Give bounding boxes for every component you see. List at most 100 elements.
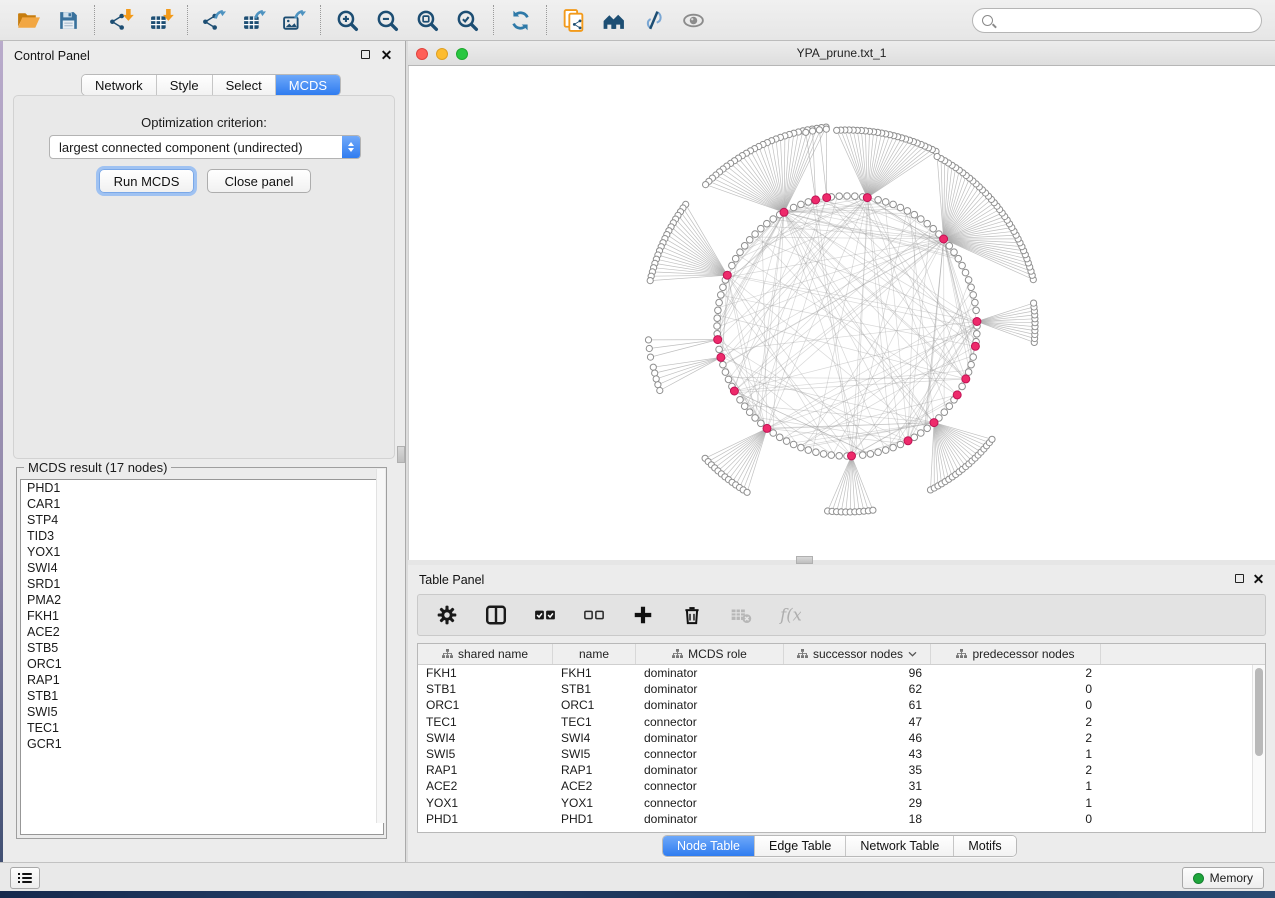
mcds-list-scrollbar[interactable] (376, 469, 385, 823)
cell-predecessor-nodes[interactable]: 2 (931, 666, 1101, 680)
show-columns-button[interactable] (484, 603, 508, 627)
cell-successor-nodes[interactable]: 47 (784, 715, 931, 729)
cell-name[interactable]: SWI5 (553, 747, 636, 761)
network-window-titlebar[interactable]: YPA_prune.txt_1 (408, 42, 1275, 66)
table-row[interactable]: SWI5SWI5connector431 (418, 746, 1265, 762)
cell-MCDS-role[interactable]: connector (636, 796, 784, 810)
network-view[interactable] (408, 66, 1275, 560)
optimization-criterion-select[interactable]: largest connected component (undirected) (49, 135, 361, 159)
cell-successor-nodes[interactable]: 31 (784, 779, 931, 793)
cell-successor-nodes[interactable]: 29 (784, 796, 931, 810)
zoom-in-button[interactable] (327, 4, 367, 36)
mcds-result-item[interactable]: SRD1 (21, 576, 383, 592)
cell-successor-nodes[interactable]: 35 (784, 763, 931, 777)
search-box[interactable] (972, 8, 1262, 33)
cell-MCDS-role[interactable]: dominator (636, 666, 784, 680)
cell-shared-name[interactable]: SWI5 (418, 747, 553, 761)
tab-node-table[interactable]: Node Table (663, 836, 755, 856)
cell-shared-name[interactable]: RAP1 (418, 763, 553, 777)
network-overview-button[interactable] (593, 4, 633, 36)
export-image-button[interactable] (274, 4, 314, 36)
table-row[interactable]: FKH1FKH1dominator962 (418, 665, 1265, 681)
mcds-result-item[interactable]: SWI5 (21, 704, 383, 720)
cell-predecessor-nodes[interactable]: 2 (931, 763, 1101, 777)
cell-MCDS-role[interactable]: connector (636, 747, 784, 761)
export-table-button[interactable] (234, 4, 274, 36)
mcds-result-list[interactable]: PHD1CAR1STP4TID3YOX1SWI4SRD1PMA2FKH1ACE2… (20, 479, 384, 835)
cell-name[interactable]: FKH1 (553, 666, 636, 680)
cell-predecessor-nodes[interactable]: 0 (931, 698, 1101, 712)
table-row[interactable]: TEC1TEC1connector472 (418, 714, 1265, 730)
tab-select[interactable]: Select (213, 75, 276, 95)
cell-name[interactable]: ACE2 (553, 779, 636, 793)
splitter-grip-horizontal[interactable] (796, 556, 813, 564)
search-input[interactable] (999, 12, 1261, 30)
cell-MCDS-role[interactable]: dominator (636, 698, 784, 712)
cell-predecessor-nodes[interactable]: 0 (931, 682, 1101, 696)
table-scrollbar-thumb[interactable] (1255, 668, 1263, 756)
cell-MCDS-role[interactable]: connector (636, 779, 784, 793)
import-table-button[interactable] (141, 4, 181, 36)
deselect-all-button[interactable] (582, 603, 606, 627)
cell-MCDS-role[interactable]: dominator (636, 731, 784, 745)
column-header-predecessor-nodes[interactable]: predecessor nodes (931, 644, 1101, 664)
tab-network[interactable]: Network (82, 75, 157, 95)
column-header-name[interactable]: name (553, 644, 636, 664)
cell-predecessor-nodes[interactable]: 2 (931, 715, 1101, 729)
cell-MCDS-role[interactable]: dominator (636, 682, 784, 696)
cell-predecessor-nodes[interactable]: 1 (931, 796, 1101, 810)
cell-name[interactable]: TEC1 (553, 715, 636, 729)
cell-successor-nodes[interactable]: 46 (784, 731, 931, 745)
cell-name[interactable]: RAP1 (553, 763, 636, 777)
cell-predecessor-nodes[interactable]: 0 (931, 812, 1101, 826)
open-folder-button[interactable] (8, 4, 48, 36)
cell-shared-name[interactable]: STB1 (418, 682, 553, 696)
cell-successor-nodes[interactable]: 62 (784, 682, 931, 696)
mcds-result-item[interactable]: FKH1 (21, 608, 383, 624)
table-row[interactable]: YOX1YOX1connector291 (418, 795, 1265, 811)
tab-network-table[interactable]: Network Table (846, 836, 954, 856)
mcds-result-item[interactable]: ACE2 (21, 624, 383, 640)
table-row[interactable]: PHD1PHD1dominator180 (418, 811, 1265, 827)
cell-successor-nodes[interactable]: 96 (784, 666, 931, 680)
refresh-button[interactable] (500, 4, 540, 36)
cell-successor-nodes[interactable]: 43 (784, 747, 931, 761)
cell-name[interactable]: SWI4 (553, 731, 636, 745)
table-row[interactable]: ACE2ACE2connector311 (418, 778, 1265, 794)
mcds-result-item[interactable]: STP4 (21, 512, 383, 528)
mcds-result-item[interactable]: ORC1 (21, 656, 383, 672)
run-mcds-button[interactable]: Run MCDS (99, 169, 194, 193)
zoom-out-button[interactable] (367, 4, 407, 36)
import-network-button[interactable] (101, 4, 141, 36)
column-header-successor-nodes[interactable]: successor nodes (784, 644, 931, 664)
export-network-button[interactable] (194, 4, 234, 36)
show-hide-button[interactable] (673, 4, 713, 36)
cell-successor-nodes[interactable]: 61 (784, 698, 931, 712)
zoom-fit-button[interactable] (407, 4, 447, 36)
cell-predecessor-nodes[interactable]: 1 (931, 779, 1101, 793)
mcds-result-item[interactable]: STB1 (21, 688, 383, 704)
column-header-shared-name[interactable]: shared name (418, 644, 553, 664)
zoom-selected-button[interactable] (447, 4, 487, 36)
cell-successor-nodes[interactable]: 18 (784, 812, 931, 826)
splitter-grip[interactable] (397, 446, 405, 463)
cell-shared-name[interactable]: YOX1 (418, 796, 553, 810)
cell-shared-name[interactable]: TEC1 (418, 715, 553, 729)
mcds-result-item[interactable]: SWI4 (21, 560, 383, 576)
select-all-button[interactable] (533, 603, 557, 627)
mcds-result-item[interactable]: RAP1 (21, 672, 383, 688)
mcds-result-item[interactable]: TEC1 (21, 720, 383, 736)
memory-button[interactable]: Memory (1182, 867, 1264, 889)
cell-predecessor-nodes[interactable]: 1 (931, 747, 1101, 761)
table-scrollbar[interactable] (1252, 665, 1265, 832)
mcds-result-item[interactable]: PHD1 (21, 480, 383, 496)
cell-shared-name[interactable]: ACE2 (418, 779, 553, 793)
tab-motifs[interactable]: Motifs (954, 836, 1015, 856)
new-column-button[interactable] (631, 603, 655, 627)
cell-shared-name[interactable]: SWI4 (418, 731, 553, 745)
close-table-panel-button[interactable]: ✕ (1253, 573, 1264, 584)
close-panel-button[interactable]: ✕ (381, 49, 392, 60)
cell-MCDS-role[interactable]: dominator (636, 812, 784, 826)
float-table-panel-button[interactable] (1234, 573, 1245, 584)
cell-MCDS-role[interactable]: connector (636, 715, 784, 729)
